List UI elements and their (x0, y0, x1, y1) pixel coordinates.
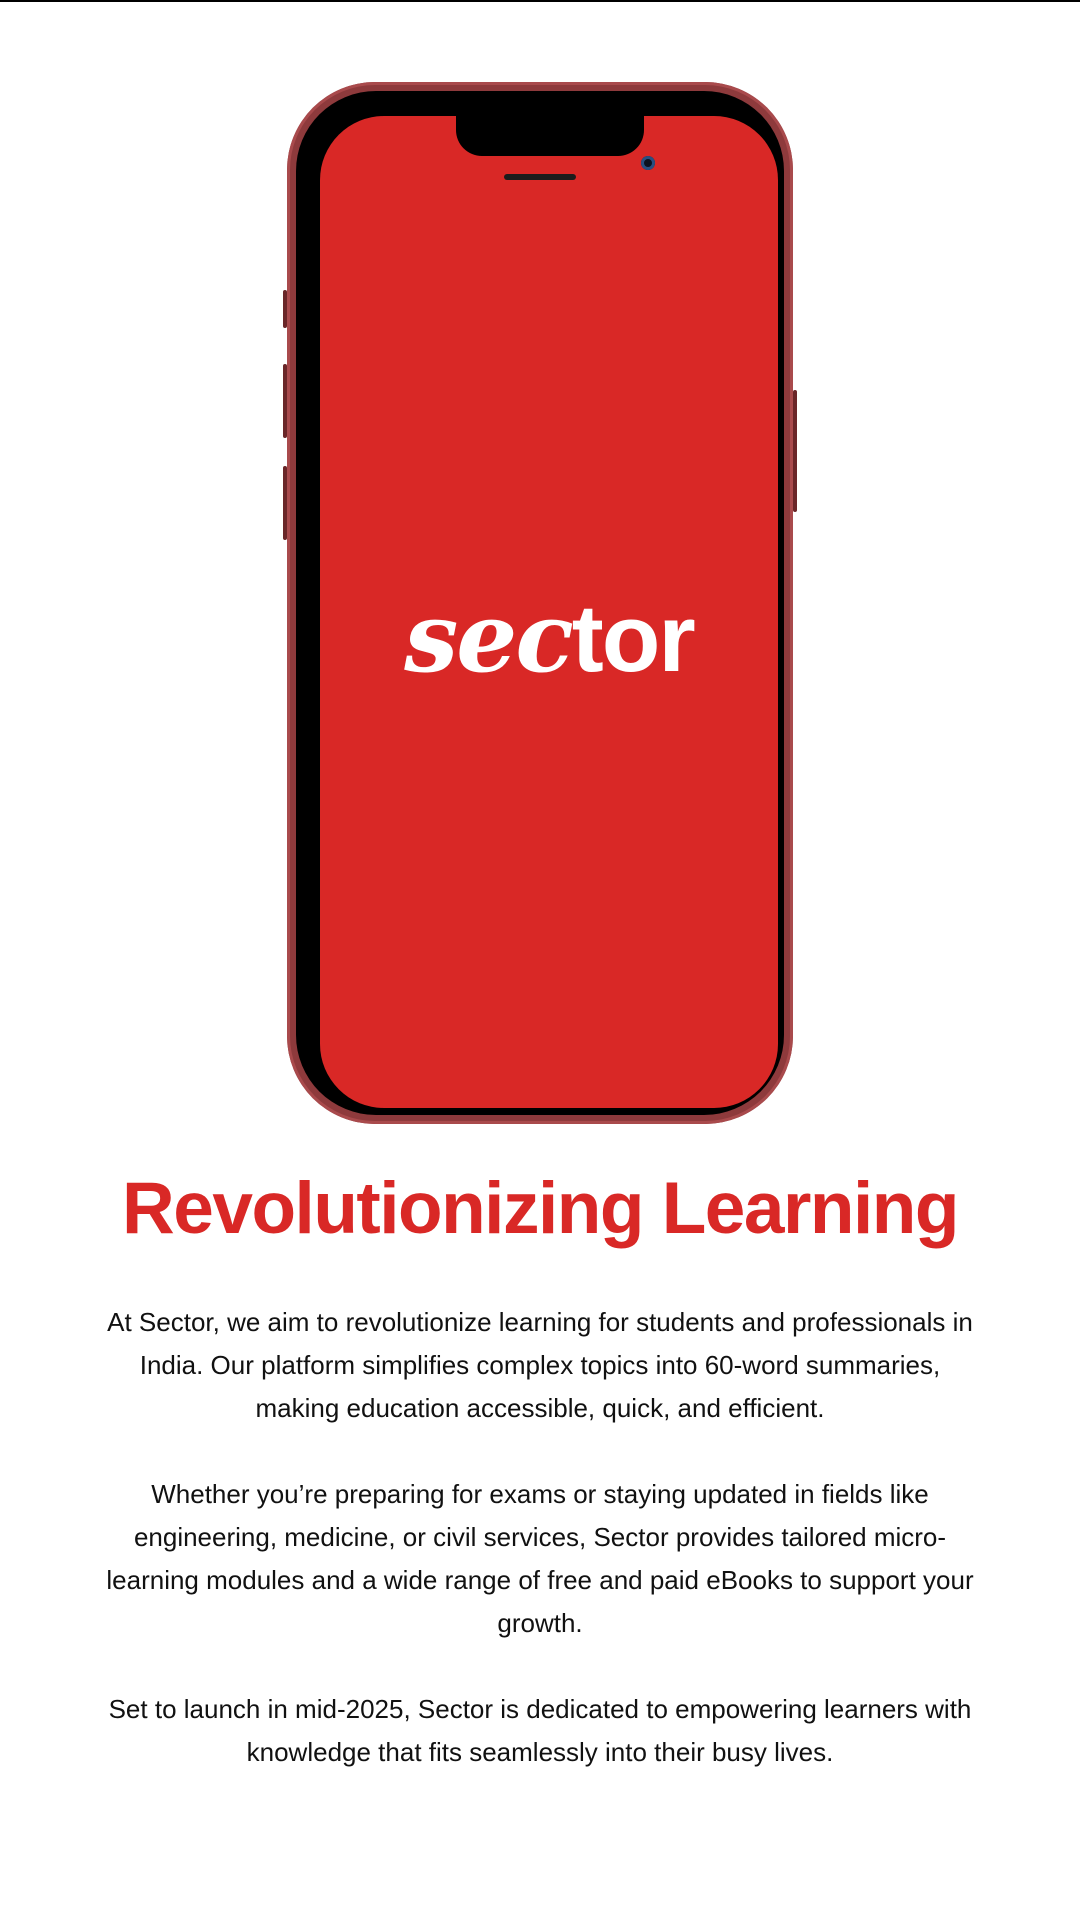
phone-volume-down (283, 466, 287, 540)
camera-icon (641, 156, 655, 170)
logo-suffix: tor (571, 585, 696, 692)
phone-speaker (504, 174, 576, 180)
logo-prefix: sec (404, 581, 574, 694)
sector-logo: sector (320, 581, 778, 694)
phone-silent-switch (283, 290, 287, 328)
phone-power-button (793, 390, 797, 512)
phone-volume-up (283, 364, 287, 438)
phone-bezel: sector (296, 91, 784, 1115)
description: At Sector, we aim to revolutionize learn… (100, 1301, 980, 1817)
paragraph-mission: At Sector, we aim to revolutionize learn… (107, 1307, 973, 1423)
paragraph-launch: Set to launch in mid-2025, Sector is ded… (108, 1694, 972, 1767)
phone-screen: sector (320, 116, 778, 1108)
phone-mockup: sector (283, 82, 797, 1124)
phone-notch (456, 116, 655, 170)
page-heading: Revolutionizing Learning (122, 1168, 959, 1249)
paragraph-offerings: Whether you’re preparing for exams or st… (106, 1479, 974, 1638)
